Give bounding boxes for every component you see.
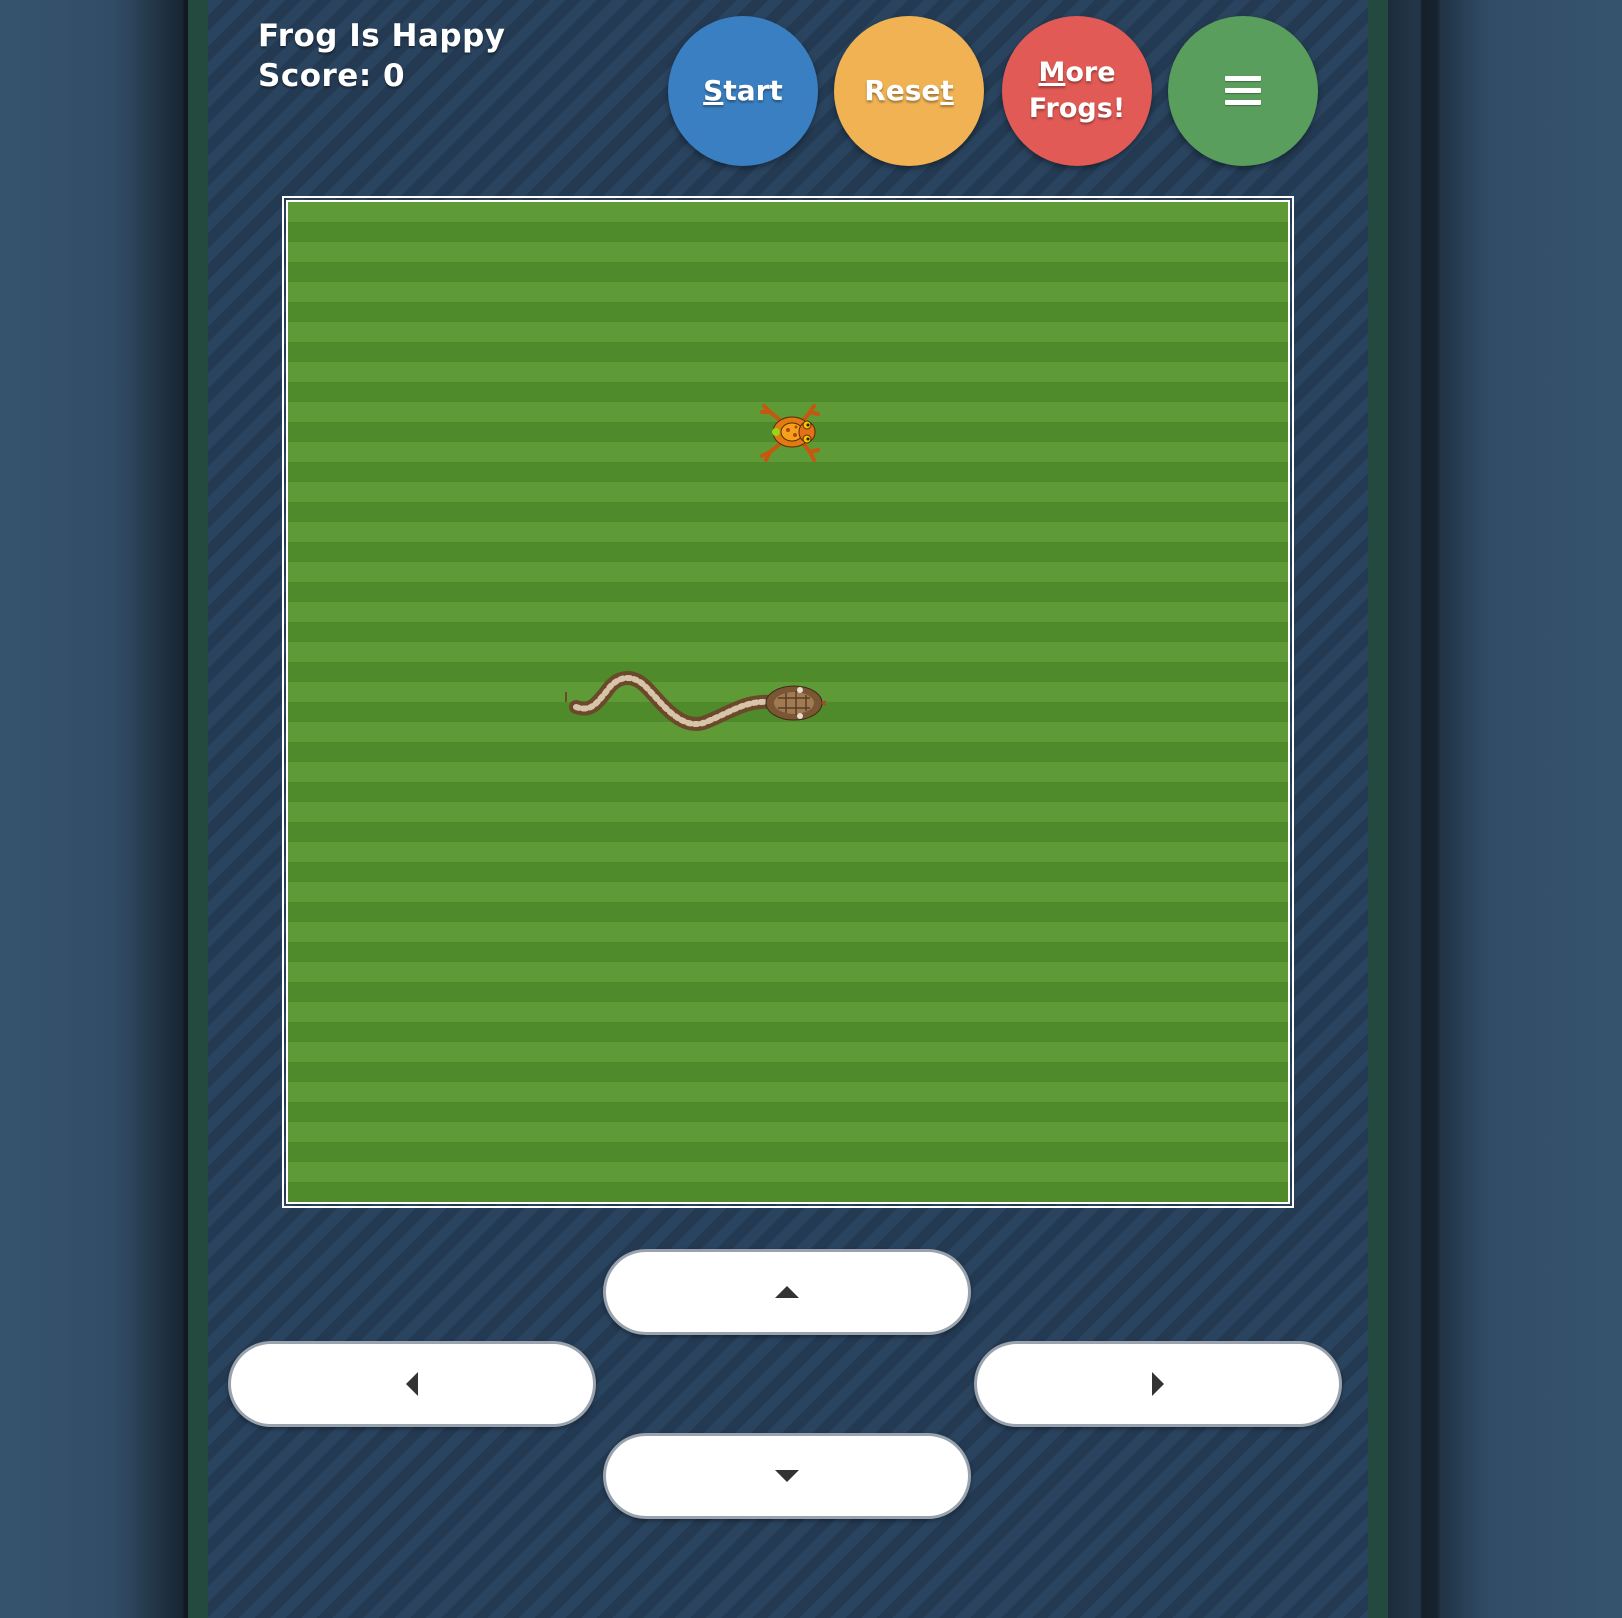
move-right-button[interactable] [974, 1341, 1342, 1427]
hamburger-menu-icon [1225, 76, 1261, 106]
reset-button[interactable]: Reset [834, 16, 984, 166]
move-down-button[interactable] [603, 1433, 971, 1519]
arrow-down-icon [775, 1470, 799, 1482]
arrow-up-icon [775, 1286, 799, 1298]
right-backdrop [1388, 0, 1622, 1618]
reset-button-label: Reset [864, 74, 954, 107]
snake-sprite [565, 671, 826, 731]
start-button[interactable]: Start [668, 16, 818, 166]
frog-sprite [760, 404, 820, 462]
move-up-button[interactable] [603, 1249, 971, 1335]
left-backdrop [0, 0, 188, 1618]
more-frogs-button-label: More Frogs! [1028, 57, 1126, 124]
start-button-label: Start [703, 74, 783, 107]
more-frogs-button[interactable]: More Frogs! [1002, 16, 1152, 166]
status-display: Frog Is Happy Score: 0 [258, 16, 506, 96]
game-field[interactable] [286, 200, 1290, 1204]
frog-mood-text: Frog Is Happy [258, 18, 506, 54]
arrow-right-icon [1152, 1372, 1164, 1396]
arrow-left-icon [406, 1372, 418, 1396]
score-value: 0 [383, 58, 406, 94]
move-left-button[interactable] [228, 1341, 596, 1427]
score-line: Score: 0 [258, 56, 506, 96]
score-label: Score: [258, 58, 372, 94]
menu-button[interactable] [1168, 16, 1318, 166]
game-field-frame [282, 196, 1294, 1208]
